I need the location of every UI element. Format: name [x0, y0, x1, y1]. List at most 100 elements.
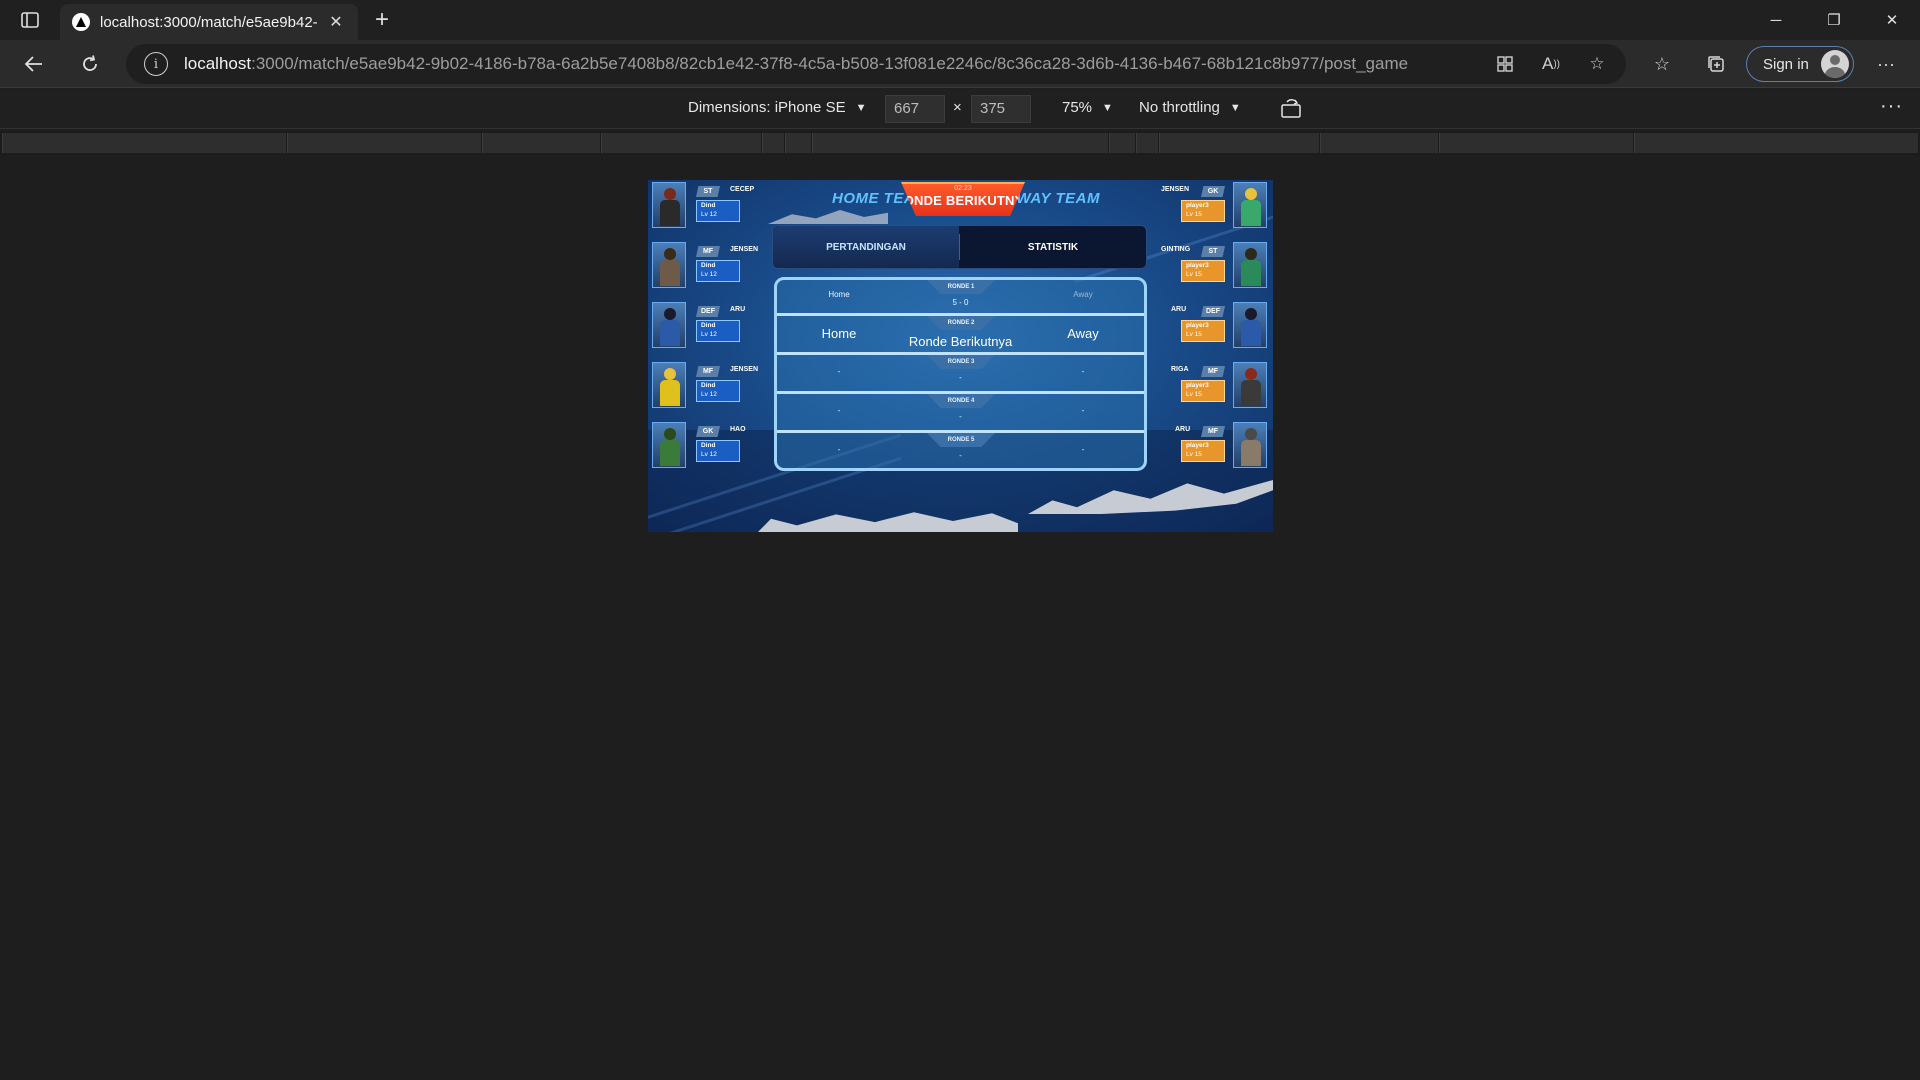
close-window-icon[interactable]: ✕ [1864, 0, 1920, 40]
sign-in-button[interactable]: Sign in [1746, 46, 1854, 82]
player-portrait [1233, 362, 1267, 408]
round-row: RONDE 3 - - - [777, 355, 1144, 394]
round-away-label: Away [1073, 290, 1093, 299]
player-info-card: Dind Lv 12 [696, 380, 740, 402]
rounds-panel: RONDE 1 Home 5 - 0 Away RONDE 2 Home Ron… [774, 277, 1147, 471]
tab-statistik[interactable]: STATISTIK [960, 226, 1146, 268]
device-toolbar: Dimensions: iPhone SE ▼ 667 × 375 75% ▼ No… [0, 89, 1920, 129]
player-info-card: player3 Lv 15 [1181, 260, 1225, 282]
media-query-segment[interactable] [482, 133, 600, 153]
player-name: JENSEN [730, 366, 759, 373]
player-info-card: player3 Lv 15 [1181, 200, 1225, 222]
chevron-down-icon: ▼ [855, 102, 867, 114]
chevron-down-icon: ▼ [1102, 102, 1113, 114]
reload-icon[interactable] [72, 48, 108, 80]
position-badge: ST [1201, 246, 1225, 257]
round-row: RONDE 4 - - - [777, 394, 1144, 433]
round-row: RONDE 1 Home 5 - 0 Away [777, 280, 1144, 316]
media-query-segment[interactable] [1634, 133, 1918, 153]
player-portrait [652, 422, 686, 468]
viewport-height-input[interactable]: 375 [971, 95, 1031, 123]
home-player-card[interactable]: DEF ARU Dind Lv 12 [650, 300, 768, 348]
round-away-label: - [1081, 445, 1085, 454]
away-player-card[interactable]: ARU DEF player3 Lv 15 [1151, 300, 1269, 348]
position-badge: ST [696, 186, 720, 197]
device-viewport: HOME TEAM AWAY TEAM 02:23 RONDE BERIKUTN… [648, 180, 1273, 532]
player-name: CECEP [730, 186, 755, 193]
away-player-card[interactable]: ARU MF player3 Lv 15 [1151, 420, 1269, 468]
tab-actions-icon[interactable] [14, 8, 46, 32]
home-player-card[interactable]: MF JENSEN Dind Lv 12 [650, 360, 768, 408]
player-portrait [1233, 422, 1267, 468]
media-query-segment[interactable] [812, 133, 1108, 153]
away-player-card[interactable]: JENSEN GK player3 Lv 15 [1151, 180, 1269, 228]
media-query-segment[interactable] [1159, 133, 1319, 153]
favorites-icon[interactable]: ☆ [1648, 52, 1676, 76]
minimize-icon[interactable]: ─ [1748, 0, 1804, 40]
back-icon[interactable] [16, 48, 52, 80]
address-bar[interactable]: i localhost:3000/match/e5ae9b42-9b02-418… [126, 44, 1626, 84]
navigation-bar: i localhost:3000/match/e5ae9b42-9b02-418… [0, 40, 1920, 88]
new-tab-icon[interactable]: + [368, 6, 396, 34]
media-query-segment[interactable] [1136, 133, 1158, 153]
viewport-width-input[interactable]: 667 [885, 95, 945, 123]
device-more-icon[interactable]: ··· [1880, 95, 1903, 118]
add-favorite-icon[interactable]: ☆ [1584, 52, 1610, 76]
round-tag: RONDE 2 [927, 316, 995, 330]
player-name: JENSEN [1161, 186, 1190, 193]
home-player-card[interactable]: GK HAO Dind Lv 12 [650, 420, 768, 468]
settings-more-icon[interactable]: ··· [1872, 52, 1900, 76]
player-info-card: Dind Lv 12 [696, 320, 740, 342]
zoom-dropdown[interactable]: 75% ▼ [1062, 99, 1113, 116]
home-player-card[interactable]: ST CECEP Dind Lv 12 [650, 180, 768, 228]
torn-paper-shape [768, 210, 888, 224]
player-name: HAO [730, 426, 746, 433]
round-away-label: - [1081, 406, 1085, 415]
match-tabs: PERTANDINGAN STATISTIK [772, 225, 1147, 269]
position-badge: DEF [696, 306, 720, 317]
round-row[interactable]: RONDE 2 Home Ronde Berikutnya Away [777, 316, 1144, 355]
media-query-segment[interactable] [601, 133, 761, 153]
tab-close-icon[interactable]: ✕ [326, 12, 346, 32]
round-score: 5 - 0 [952, 298, 969, 307]
round-row: RONDE 5 - - - [777, 433, 1144, 468]
site-info-icon[interactable]: i [144, 52, 168, 76]
position-badge: MF [696, 246, 720, 257]
url-text[interactable]: localhost:3000/match/e5ae9b42-9b02-4186-… [184, 54, 1484, 74]
throttling-dropdown[interactable]: No throttling ▼ [1139, 99, 1241, 116]
match-timer: 02:23 [954, 185, 972, 192]
player-info-card: player3 Lv 15 [1181, 440, 1225, 462]
tab-pertandingan[interactable]: PERTANDINGAN [773, 226, 959, 268]
media-query-segment[interactable] [785, 133, 811, 153]
media-query-segment[interactable] [1320, 133, 1438, 153]
media-query-segment[interactable] [287, 133, 481, 153]
player-portrait [652, 182, 686, 228]
player-name: GINTING [1161, 246, 1191, 253]
player-portrait [652, 362, 686, 408]
collections-icon[interactable] [1702, 52, 1730, 76]
player-portrait [1233, 182, 1267, 228]
tab-bar: localhost:3000/match/e5ae9b42- ✕ + ─ ❐ ✕ [0, 0, 1920, 40]
browser-tab[interactable]: localhost:3000/match/e5ae9b42- ✕ [60, 4, 358, 40]
position-badge: DEF [1201, 306, 1225, 317]
dimensions-dropdown[interactable]: Dimensions: iPhone SE ▼ [688, 99, 866, 116]
player-portrait [652, 302, 686, 348]
media-query-segment[interactable] [762, 133, 784, 153]
read-aloud-icon[interactable]: A)) [1538, 52, 1564, 76]
position-badge: MF [696, 366, 720, 377]
next-round-banner[interactable]: 02:23 RONDE BERIKUTNYA [901, 182, 1025, 216]
dimensions-separator: × [953, 99, 962, 116]
home-player-card[interactable]: MF JENSEN Dind Lv 12 [650, 240, 768, 288]
rotate-icon[interactable] [1280, 98, 1304, 120]
away-player-card[interactable]: GINTING ST player3 Lv 15 [1151, 240, 1269, 288]
app-available-icon[interactable] [1492, 52, 1518, 76]
position-badge: MF [1201, 366, 1225, 377]
profile-avatar-icon [1821, 50, 1849, 78]
restore-icon[interactable]: ❐ [1806, 0, 1862, 40]
away-player-card[interactable]: RIGA MF player3 Lv 15 [1151, 360, 1269, 408]
media-query-segment[interactable] [2, 133, 286, 153]
position-badge: MF [1201, 426, 1225, 437]
player-name: ARU [1171, 306, 1187, 313]
media-query-segment[interactable] [1109, 133, 1135, 153]
media-query-segment[interactable] [1439, 133, 1633, 153]
